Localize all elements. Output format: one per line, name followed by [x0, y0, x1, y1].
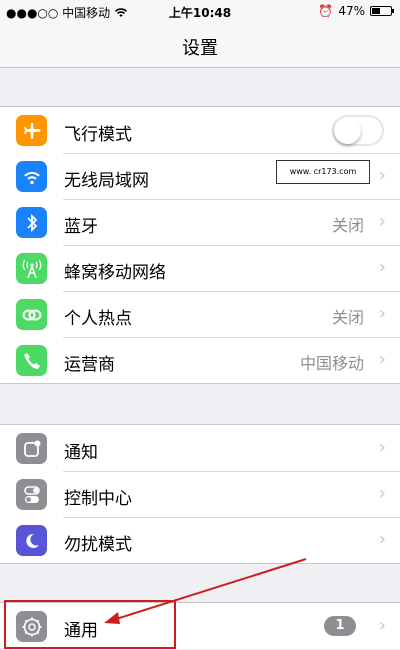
- row-label: 运营商: [64, 355, 115, 375]
- cellular-icon: [16, 253, 47, 284]
- phone-icon: [16, 345, 47, 376]
- chevron-right-icon: ›: [378, 165, 386, 186]
- moon-icon: [16, 525, 47, 556]
- row-label: 个人热点: [64, 309, 132, 329]
- settings-row-carrier[interactable]: 运营商 中国移动 ›: [0, 337, 400, 383]
- chevron-right-icon: ›: [378, 303, 386, 324]
- status-bar: ●●●○○ 中国移动 上午10:48 ⏰ 47%: [0, 0, 400, 22]
- page-title: 设置: [182, 38, 218, 59]
- navigation-bar: 设置: [0, 22, 400, 68]
- row-value: 中国移动: [299, 354, 364, 373]
- row-label: 飞行模式: [64, 125, 132, 145]
- row-label: 蓝牙: [64, 217, 98, 237]
- chevron-right-icon: ›: [378, 529, 386, 550]
- wifi-icon: [16, 161, 47, 192]
- alarm-icon: ⏰: [318, 4, 334, 18]
- chevron-right-icon: ›: [378, 257, 386, 278]
- row-label: 勿扰模式: [64, 535, 132, 555]
- row-value: 关闭: [331, 216, 364, 235]
- chevron-right-icon: ›: [378, 615, 386, 636]
- battery-percent: 47%: [338, 4, 365, 18]
- settings-row-bluetooth[interactable]: 蓝牙 关闭 ›: [0, 199, 400, 245]
- chevron-right-icon: ›: [378, 437, 386, 458]
- chevron-right-icon: ›: [378, 483, 386, 504]
- bluetooth-icon: [16, 207, 47, 238]
- watermark-label: www. cr173.com: [276, 160, 370, 184]
- row-value: 关闭: [331, 308, 364, 327]
- row-label: 无线局域网: [64, 171, 149, 191]
- chevron-right-icon: ›: [378, 349, 386, 370]
- battery-icon: [370, 6, 394, 16]
- settings-group-system: 通知 › 控制中心 › 勿扰模式 ›: [0, 424, 400, 564]
- row-label: 通知: [64, 443, 98, 463]
- settings-row-cellular[interactable]: 蜂窝移动网络 ›: [0, 245, 400, 291]
- notification-icon: [16, 433, 47, 464]
- settings-row-do-not-disturb[interactable]: 勿扰模式 ›: [0, 517, 400, 563]
- row-label: 蜂窝移动网络: [64, 263, 166, 283]
- hotspot-icon: [16, 299, 47, 330]
- chevron-right-icon: ›: [378, 211, 386, 232]
- settings-row-airplane-mode[interactable]: 飞行模式: [0, 107, 400, 153]
- update-badge: 1: [324, 616, 356, 636]
- airplane-mode-toggle[interactable]: [332, 115, 384, 146]
- settings-row-notifications[interactable]: 通知 ›: [0, 425, 400, 471]
- settings-row-personal-hotspot[interactable]: 个人热点 关闭 ›: [0, 291, 400, 337]
- status-right: ⏰ 47%: [318, 4, 394, 18]
- airplane-icon: [16, 115, 47, 146]
- settings-row-control-center[interactable]: 控制中心 ›: [0, 471, 400, 517]
- settings-group-connectivity: 飞行模式 无线局域网 › 蓝牙 关闭 › 蜂窝移动网络 › 个人热点 关闭 › …: [0, 106, 400, 384]
- annotation-highlight-box: [4, 600, 176, 649]
- row-label: 控制中心: [64, 489, 132, 509]
- control-center-icon: [16, 479, 47, 510]
